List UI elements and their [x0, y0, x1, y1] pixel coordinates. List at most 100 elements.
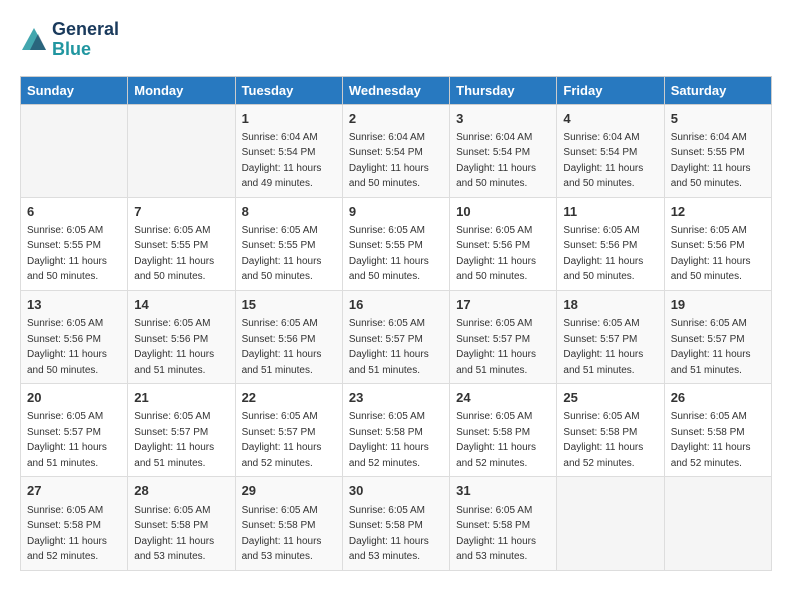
day-number: 13 — [27, 296, 121, 314]
day-number: 15 — [242, 296, 336, 314]
calendar-day-cell: 28 Sunrise: 6:05 AMSunset: 5:58 PMDayligh… — [128, 477, 235, 570]
day-number: 22 — [242, 389, 336, 407]
day-number: 29 — [242, 482, 336, 500]
day-of-week-header: Saturday — [664, 76, 771, 104]
calendar-day-cell: 10Sunrise: 6:05 AMSunset: 5:56 PMDayligh… — [450, 197, 557, 290]
day-number: 14 — [134, 296, 228, 314]
day-info: Sunrise: 6:05 AMSunset: 5:57 PMDaylight:… — [456, 318, 536, 376]
day-info: Sunrise: 6:05 AMSunset: 5:58 PMDaylight:… — [242, 505, 322, 563]
calendar-day-cell: 16 Sunrise: 6:05 AMSunset: 5:57 PMDayligh… — [342, 290, 449, 383]
calendar-day-cell: 4 Sunrise: 6:04 AMSunset: 5:54 PMDaylight… — [557, 104, 664, 197]
calendar-week-row: 1 Sunrise: 6:04 AMSunset: 5:54 PMDaylight… — [21, 104, 772, 197]
calendar-day-cell: 15 Sunrise: 6:05 AMSunset: 5:56 PMDayligh… — [235, 290, 342, 383]
day-info: Sunrise: 6:05 AMSunset: 5:57 PMDaylight:… — [242, 411, 322, 469]
day-of-week-header: Sunday — [21, 76, 128, 104]
calendar-day-cell: 22 Sunrise: 6:05 AMSunset: 5:57 PMDayligh… — [235, 384, 342, 477]
day-number: 11 — [563, 203, 657, 221]
day-info: Sunrise: 6:05 AMSunset: 5:55 PMDaylight:… — [242, 225, 322, 283]
day-number: 5 — [671, 110, 765, 128]
day-number: 17 — [456, 296, 550, 314]
day-number: 6 — [27, 203, 121, 221]
calendar-day-cell: 1 Sunrise: 6:04 AMSunset: 5:54 PMDaylight… — [235, 104, 342, 197]
day-number: 12 — [671, 203, 765, 221]
day-number: 30 — [349, 482, 443, 500]
calendar-day-cell: 23 Sunrise: 6:05 AMSunset: 5:58 PMDayligh… — [342, 384, 449, 477]
day-info: Sunrise: 6:05 AMSunset: 5:56 PMDaylight:… — [27, 318, 107, 376]
calendar-day-cell: 20Sunrise: 6:05 AMSunset: 5:57 PMDayligh… — [21, 384, 128, 477]
calendar-day-cell: 24Sunrise: 6:05 AMSunset: 5:58 PMDayligh… — [450, 384, 557, 477]
day-number: 19 — [671, 296, 765, 314]
calendar-day-cell: 17 Sunrise: 6:05 AMSunset: 5:57 PMDayligh… — [450, 290, 557, 383]
day-info: Sunrise: 6:05 AMSunset: 5:57 PMDaylight:… — [671, 318, 751, 376]
calendar-day-cell: 8Sunrise: 6:05 AMSunset: 5:55 PMDaylight… — [235, 197, 342, 290]
calendar-day-cell: 31Sunrise: 6:05 AMSunset: 5:58 PMDayligh… — [450, 477, 557, 570]
day-info: Sunrise: 6:04 AMSunset: 5:55 PMDaylight:… — [671, 132, 751, 190]
day-info: Sunrise: 6:05 AMSunset: 5:58 PMDaylight:… — [671, 411, 751, 469]
day-info: Sunrise: 6:05 AMSunset: 5:56 PMDaylight:… — [456, 225, 536, 283]
calendar-week-row: 6 Sunrise: 6:05 AMSunset: 5:55 PMDaylight… — [21, 197, 772, 290]
day-of-week-header: Monday — [128, 76, 235, 104]
calendar-day-cell — [128, 104, 235, 197]
calendar-day-cell: 7Sunrise: 6:05 AMSunset: 5:55 PMDaylight… — [128, 197, 235, 290]
day-info: Sunrise: 6:05 AMSunset: 5:56 PMDaylight:… — [671, 225, 751, 283]
calendar-day-cell: 19 Sunrise: 6:05 AMSunset: 5:57 PMDayligh… — [664, 290, 771, 383]
calendar-day-cell: 27Sunrise: 6:05 AMSunset: 5:58 PMDayligh… — [21, 477, 128, 570]
day-info: Sunrise: 6:05 AMSunset: 5:58 PMDaylight:… — [563, 411, 643, 469]
day-number: 21 — [134, 389, 228, 407]
day-of-week-header: Friday — [557, 76, 664, 104]
calendar-day-cell: 30Sunrise: 6:05 AMSunset: 5:58 PMDayligh… — [342, 477, 449, 570]
calendar-week-row: 27 Sunrise: 6:05 AMSunset: 5:58 PMDayligh… — [21, 477, 772, 570]
day-info: Sunrise: 6:05 AMSunset: 5:55 PMDaylight:… — [134, 225, 214, 283]
calendar-week-row: 13 Sunrise: 6:05 AMSunset: 5:56 PMDayligh… — [21, 290, 772, 383]
day-number: 31 — [456, 482, 550, 500]
day-info: Sunrise: 6:05 AMSunset: 5:57 PMDaylight:… — [563, 318, 643, 376]
logo-line1: GeneralBlue — [52, 20, 119, 60]
day-info: Sunrise: 6:05 AMSunset: 5:58 PMDaylight:… — [349, 411, 429, 469]
day-info: Sunrise: 6:05 AMSunset: 5:56 PMDaylight:… — [242, 318, 322, 376]
day-number: 28 — [134, 482, 228, 500]
calendar-week-row: 20Sunrise: 6:05 AMSunset: 5:57 PMDayligh… — [21, 384, 772, 477]
day-number: 23 — [349, 389, 443, 407]
day-number: 18 — [563, 296, 657, 314]
calendar-day-cell: 6 Sunrise: 6:05 AMSunset: 5:55 PMDaylight… — [21, 197, 128, 290]
calendar-day-cell: 12 Sunrise: 6:05 AMSunset: 5:56 PMDayligh… — [664, 197, 771, 290]
day-number: 3 — [456, 110, 550, 128]
calendar-day-cell: 26 Sunrise: 6:05 AMSunset: 5:58 PMDayligh… — [664, 384, 771, 477]
day-info: Sunrise: 6:05 AMSunset: 5:58 PMDaylight:… — [134, 505, 214, 563]
day-info: Sunrise: 6:04 AMSunset: 5:54 PMDaylight:… — [242, 132, 322, 190]
day-info: Sunrise: 6:04 AMSunset: 5:54 PMDaylight:… — [349, 132, 429, 190]
calendar-header-row: SundayMondayTuesdayWednesdayThursdayFrid… — [21, 76, 772, 104]
day-number: 4 — [563, 110, 657, 128]
day-number: 27 — [27, 482, 121, 500]
day-number: 16 — [349, 296, 443, 314]
calendar-day-cell: 21Sunrise: 6:05 AMSunset: 5:57 PMDayligh… — [128, 384, 235, 477]
day-number: 24 — [456, 389, 550, 407]
calendar-day-cell — [664, 477, 771, 570]
calendar-day-cell: 9 Sunrise: 6:05 AMSunset: 5:55 PMDaylight… — [342, 197, 449, 290]
calendar-day-cell — [557, 477, 664, 570]
day-of-week-header: Wednesday — [342, 76, 449, 104]
logo-icon — [20, 26, 48, 54]
day-info: Sunrise: 6:05 AMSunset: 5:55 PMDaylight:… — [27, 225, 107, 283]
day-info: Sunrise: 6:05 AMSunset: 5:56 PMDaylight:… — [563, 225, 643, 283]
day-number: 9 — [349, 203, 443, 221]
day-info: Sunrise: 6:04 AMSunset: 5:54 PMDaylight:… — [456, 132, 536, 190]
calendar-day-cell: 29 Sunrise: 6:05 AMSunset: 5:58 PMDayligh… — [235, 477, 342, 570]
calendar-day-cell: 18 Sunrise: 6:05 AMSunset: 5:57 PMDayligh… — [557, 290, 664, 383]
logo: GeneralBlue — [20, 20, 119, 60]
day-info: Sunrise: 6:05 AMSunset: 5:55 PMDaylight:… — [349, 225, 429, 283]
calendar-day-cell: 5 Sunrise: 6:04 AMSunset: 5:55 PMDaylight… — [664, 104, 771, 197]
calendar-day-cell: 11 Sunrise: 6:05 AMSunset: 5:56 PMDayligh… — [557, 197, 664, 290]
day-info: Sunrise: 6:04 AMSunset: 5:54 PMDaylight:… — [563, 132, 643, 190]
calendar-day-cell — [21, 104, 128, 197]
calendar-day-cell: 25Sunrise: 6:05 AMSunset: 5:58 PMDayligh… — [557, 384, 664, 477]
day-number: 26 — [671, 389, 765, 407]
day-number: 1 — [242, 110, 336, 128]
calendar-day-cell: 14 Sunrise: 6:05 AMSunset: 5:56 PMDayligh… — [128, 290, 235, 383]
day-number: 2 — [349, 110, 443, 128]
day-info: Sunrise: 6:05 AMSunset: 5:56 PMDaylight:… — [134, 318, 214, 376]
calendar-day-cell: 13 Sunrise: 6:05 AMSunset: 5:56 PMDayligh… — [21, 290, 128, 383]
day-info: Sunrise: 6:05 AMSunset: 5:57 PMDaylight:… — [349, 318, 429, 376]
day-info: Sunrise: 6:05 AMSunset: 5:57 PMDaylight:… — [27, 411, 107, 469]
day-of-week-header: Tuesday — [235, 76, 342, 104]
